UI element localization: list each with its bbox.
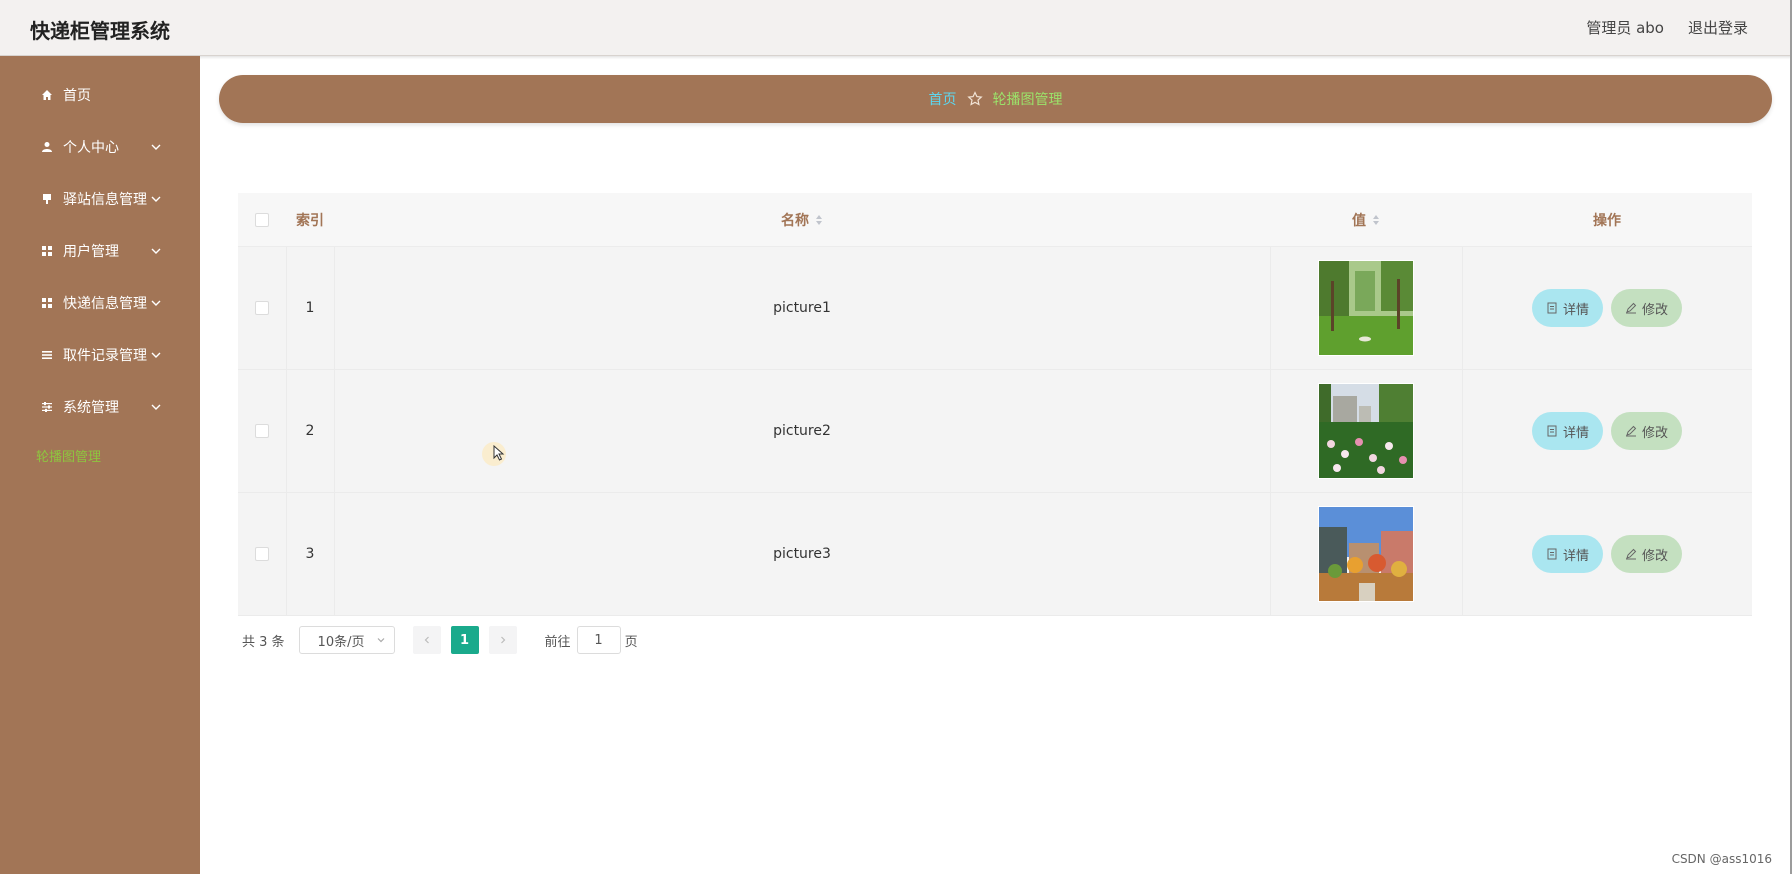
star-icon [966,91,983,106]
detail-button[interactable]: 详情 [1531,535,1603,573]
column-header-actions: 操作 [1593,213,1621,229]
document-icon [1547,548,1557,560]
chevron-right-icon [500,636,505,644]
sidebar-subitem-carousel-management[interactable]: 轮播图管理 [36,446,101,465]
edit-button[interactable]: 修改 [1611,289,1683,327]
sidebar: 首页 个人中心 驿站信息管理 用户管理 快递信息管理 取件记录管理 系统管理 [0,56,200,874]
sidebar-item-station-info[interactable]: 驿站信息管理 [0,179,200,219]
detail-button-label: 详情 [1562,425,1589,441]
document-icon [1547,425,1557,437]
goto-label: 前往 [544,634,571,650]
sidebar-item-home[interactable]: 首页 [0,75,200,115]
page-number-current[interactable]: 1 [450,626,479,654]
row-checkbox[interactable] [255,301,269,315]
pin-icon [40,192,54,206]
pencil-icon [1626,548,1637,560]
column-header-label: 名称 [781,213,809,229]
chevron-down-icon [151,300,161,306]
sidebar-item-user-management[interactable]: 用户管理 [0,231,200,271]
select-all-checkbox[interactable] [255,213,269,227]
row-name: picture3 [773,546,831,562]
goto-page-input[interactable]: 1 [576,626,621,654]
detail-button[interactable]: 详情 [1531,412,1603,450]
detail-button[interactable]: 详情 [1531,289,1603,327]
chevron-down-icon [151,144,161,150]
chevron-left-icon [424,636,429,644]
column-header-value[interactable]: 值 [1270,193,1462,247]
breadcrumb: 首页 轮播图管理 [219,75,1772,123]
table-row: 2 picture2 详情 修改 [238,370,1752,493]
row-checkbox[interactable] [255,424,269,438]
chevron-down-icon [151,196,161,202]
column-header-index: 索引 [296,213,324,229]
sort-icon[interactable] [815,214,823,226]
app-title: 快递柜管理系统 [30,19,170,43]
sidebar-item-personal-center[interactable]: 个人中心 [0,127,200,167]
sidebar-item-label: 系统管理 [63,400,119,416]
pencil-icon [1626,302,1637,314]
edit-button[interactable]: 修改 [1611,412,1683,450]
user-icon [40,140,54,154]
row-name: picture2 [773,423,831,439]
sidebar-item-label: 个人中心 [63,140,119,156]
page-size-select[interactable]: 10条/页 [298,626,395,654]
breadcrumb-current: 轮播图管理 [992,92,1063,108]
row-name: picture1 [773,300,831,316]
next-page-button[interactable] [488,626,517,654]
topbar-user-area: 管理员 abo 退出登录 [1586,17,1748,38]
chevron-down-icon [377,638,384,643]
carousel-table: 索引 名称 值 操作 1 picture1 详情 修改 2 picture2 详… [238,193,1752,616]
page-suffix: 页 [624,634,638,650]
edit-button-label: 修改 [1642,548,1669,564]
chevron-down-icon [151,404,161,410]
grid-icon [40,244,54,258]
logout-button[interactable]: 退出登录 [1688,17,1748,38]
sidebar-item-express-info[interactable]: 快递信息管理 [0,283,200,323]
mouse-cursor-icon [493,445,505,461]
row-index: 1 [305,300,315,316]
home-icon [40,88,54,102]
sidebar-item-label: 快递信息管理 [63,296,147,312]
list-icon [40,348,54,362]
watermark: CSDN @ass1016 [1671,852,1772,866]
pagination-total: 共 3 条 [242,634,285,650]
edit-button[interactable]: 修改 [1611,535,1683,573]
sidebar-item-label: 用户管理 [63,244,119,260]
document-icon [1547,302,1557,314]
breadcrumb-home-link[interactable]: 首页 [929,89,957,109]
edit-button-label: 修改 [1642,425,1669,441]
top-bar: 快递柜管理系统 管理员 abo 退出登录 [0,0,1792,56]
detail-button-label: 详情 [1562,548,1589,564]
detail-button-label: 详情 [1562,302,1589,318]
sidebar-item-pickup-records[interactable]: 取件记录管理 [0,335,200,375]
chevron-down-icon [151,352,161,358]
edit-button-label: 修改 [1642,302,1669,318]
table-row: 3 picture3 详情 修改 [238,493,1752,616]
chevron-down-icon [151,248,161,254]
carousel-image-thumbnail[interactable] [1318,383,1414,479]
page-size-value: 10条/页 [317,634,365,650]
table-row: 1 picture1 详情 修改 [238,247,1752,370]
sort-icon[interactable] [1372,214,1380,226]
row-index: 2 [305,423,315,439]
prev-page-button[interactable] [412,626,441,654]
sliders-icon [40,400,54,414]
grid-icon [40,296,54,310]
carousel-image-thumbnail[interactable] [1318,506,1414,602]
row-checkbox[interactable] [255,547,269,561]
pagination: 共 3 条 10条/页 1 前往 1 页 [242,626,638,654]
row-index: 3 [305,546,315,562]
column-header-name[interactable]: 名称 [334,193,1270,247]
table-header: 索引 名称 值 操作 [238,193,1752,247]
admin-user-label: 管理员 abo [1586,19,1664,37]
sidebar-item-label: 首页 [63,88,91,104]
sidebar-item-label: 取件记录管理 [63,348,147,364]
carousel-image-thumbnail[interactable] [1318,260,1414,356]
pencil-icon [1626,425,1637,437]
sidebar-item-label: 驿站信息管理 [63,192,147,208]
sidebar-item-system-management[interactable]: 系统管理 [0,387,200,427]
column-header-label: 值 [1352,213,1366,229]
